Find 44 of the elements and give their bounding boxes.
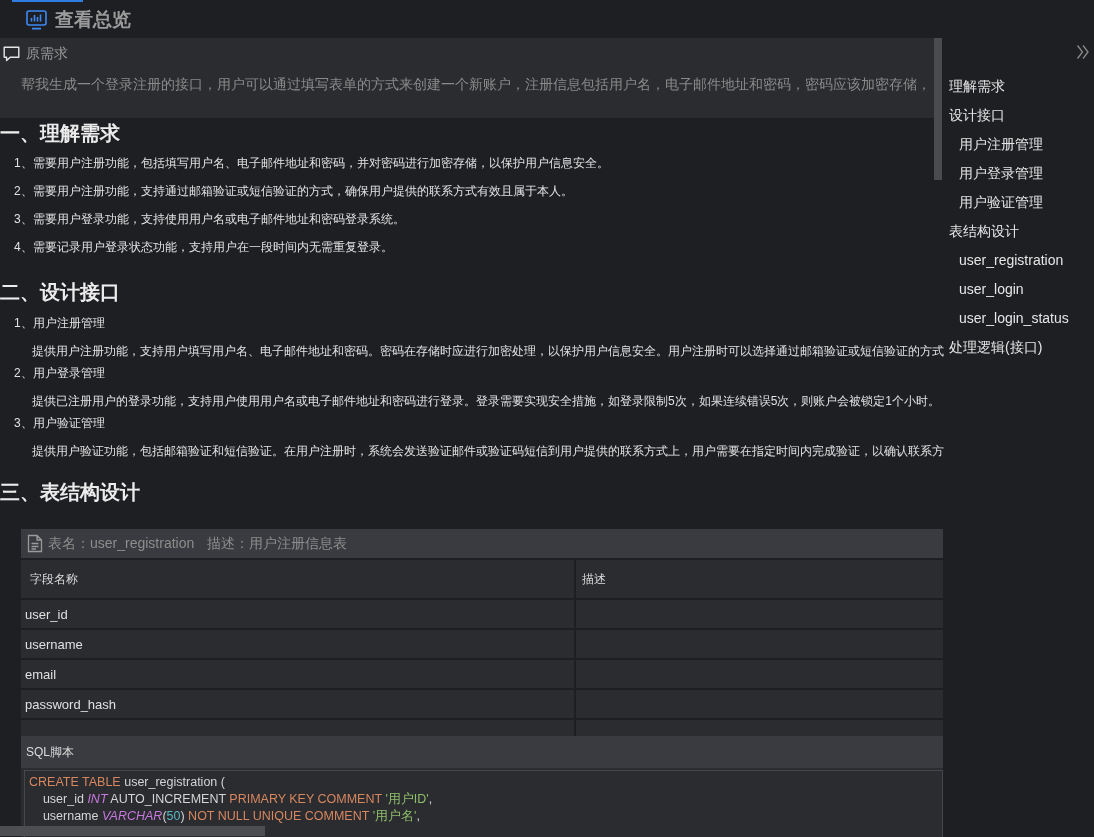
outline-item[interactable]: user_registration	[959, 246, 1064, 275]
double-chevron-icon[interactable]	[1076, 44, 1090, 60]
subsection-title: 3、用户验证管理	[14, 415, 105, 432]
table-cell-text: username	[24, 635, 84, 654]
table-cell-text: user_id	[24, 605, 69, 624]
subsection-description: 提供已注册用户的登录功能，支持用户使用用户名或电子邮件地址和密码进行登录。登录需要实现安全措施，如登录限制5次，如果连续错误5次，则账户会被锁定1个小时。	[32, 393, 941, 409]
active-tab-indicator	[12, 0, 83, 2]
outline-item[interactable]: 用户注册管理	[959, 130, 1043, 159]
section-heading: 一、理解需求	[0, 121, 120, 146]
document-icon	[27, 534, 43, 553]
section-heading: 三、表结构设计	[0, 480, 140, 505]
page-title: 查看总览	[55, 8, 131, 32]
subsection-description: 提供用户验证功能，包括邮箱验证和短信验证。在用户注册时，系统会发送验证邮件或验证码短信到用户提供的联系方式上，用户需要在指定时间内完成验证，以确认联系方	[32, 443, 944, 459]
requirement-label: 原需求	[26, 45, 68, 63]
outline-item[interactable]: 理解需求	[949, 72, 1005, 101]
outline-item[interactable]: user_login	[959, 275, 1024, 304]
chart-monitor-icon	[26, 10, 47, 30]
speech-bubble-icon	[3, 46, 20, 62]
outline-item[interactable]: 用户登录管理	[959, 159, 1043, 188]
column-header: 字段名称	[29, 570, 79, 588]
sql-section-header: SQL脚本	[21, 736, 943, 768]
subsection-title: 2、用户登录管理	[14, 365, 105, 382]
column-header: 描述	[574, 560, 943, 598]
list-item: 4、需要记录用户登录状态功能，支持用户在一段时间内无需重复登录。	[14, 239, 393, 256]
table-description-label: 描述：用户注册信息表	[207, 534, 348, 553]
table-cell-text: password_hash	[24, 695, 118, 714]
outline-item[interactable]: 处理逻辑(接口)	[949, 333, 1043, 362]
list-item: 2、需要用户注册功能，支持通过邮箱验证或短信验证的方式，确保用户提供的联系方式有效且属于本人。	[14, 183, 573, 200]
subsection-description: 提供用户注册功能，支持用户填写用户名、电子邮件地址和密码。密码在存储时应进行加密处理，以保护用户信息安全。用户注册时可以选择通过邮箱验证或短信验证的方式	[32, 343, 944, 359]
subsection-title: 1、用户注册管理	[14, 315, 105, 332]
scrollbar-thumb[interactable]	[934, 38, 942, 180]
list-item: 1、需要用户注册功能，包括填写用户名、电子邮件地址和密码，并对密码进行加密存储，以保护用户信息安全。	[14, 155, 609, 172]
code-line: username VARCHAR(50) NOT NULL UNIQUE COMMENT '用户名',	[41, 808, 421, 825]
outline-item[interactable]: 设计接口	[949, 101, 1005, 130]
table-name-label: 表名：user_registration	[48, 534, 195, 553]
outline-item[interactable]: user_login_status	[959, 304, 1069, 333]
list-item: 3、需要用户登录功能，支持使用用户名或电子邮件地址和密码登录系统。	[14, 211, 405, 228]
scrollbar-thumb[interactable]	[0, 826, 265, 836]
outline-item[interactable]: 用户验证管理	[959, 188, 1043, 217]
section-heading: 二、设计接口	[0, 280, 120, 305]
code-line: CREATE TABLE user_registration (	[29, 774, 226, 791]
outline-item[interactable]: 表结构设计	[949, 217, 1019, 246]
table-cell-text: email	[24, 665, 58, 684]
requirement-text: 帮我生成一个登录注册的接口，用户可以通过填写表单的方式来创建一个新账户，注册信息包括用户名，电子邮件地址和密码，密码应该加密存储，	[21, 75, 931, 94]
